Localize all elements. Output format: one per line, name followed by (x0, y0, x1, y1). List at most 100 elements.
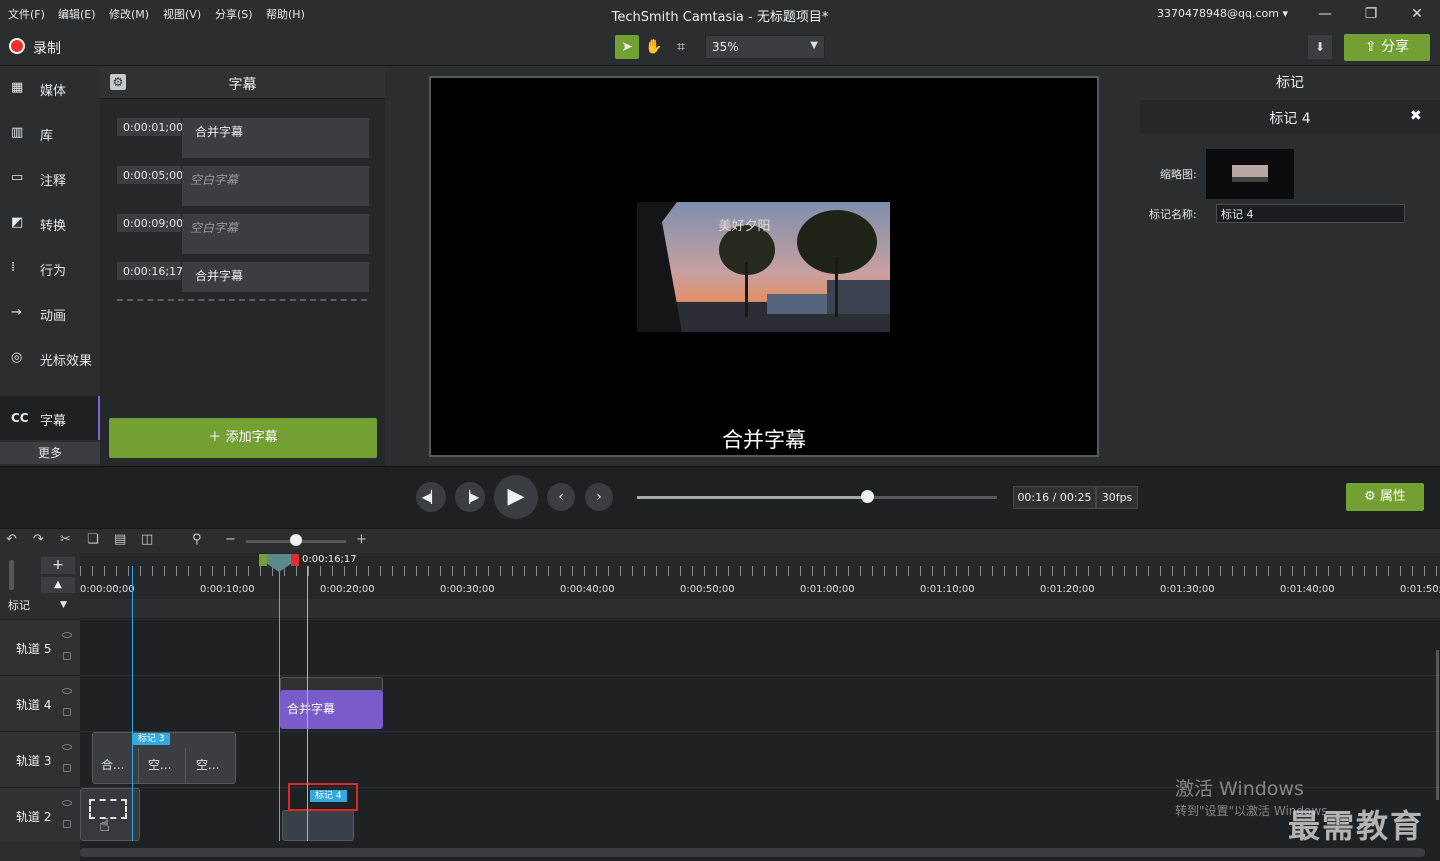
plus-icon: + (52, 557, 64, 573)
cut-icon[interactable]: ✂ (60, 532, 71, 547)
next-button[interactable]: › (585, 483, 613, 511)
step-back-icon: ◀▏ (421, 490, 441, 504)
zoom-select[interactable]: 35% ▼ (705, 35, 825, 59)
track-header-2[interactable]: 轨道 2 (0, 787, 80, 842)
chevron-down-icon[interactable]: ▼ (60, 600, 67, 610)
lock-icon[interactable] (63, 652, 71, 660)
track-height-slider[interactable] (9, 560, 14, 590)
paste-icon[interactable]: ▤ (114, 532, 126, 547)
properties-button[interactable]: ⚙ 属性 (1346, 483, 1424, 511)
video-clip[interactable] (282, 810, 354, 841)
cc-icon: CC (11, 411, 29, 425)
lock-icon[interactable] (63, 764, 71, 772)
track-header-3[interactable]: 轨道 3 (0, 731, 80, 786)
caption-text[interactable]: 合并字幕 (182, 262, 369, 292)
playhead-line[interactable] (307, 566, 308, 841)
pan-tool-button[interactable]: ✋ (642, 35, 666, 59)
track-5[interactable] (80, 619, 1440, 674)
selection-end-handle[interactable] (291, 554, 299, 566)
eye-icon[interactable] (62, 688, 72, 694)
eye-icon[interactable] (62, 744, 72, 750)
zoom-in-icon[interactable]: + (356, 532, 367, 547)
caption-segment[interactable]: 空... (140, 748, 186, 783)
timeline-horizontal-scrollbar[interactable] (80, 848, 1425, 857)
timeline-vertical-scrollbar[interactable] (1436, 650, 1439, 800)
share-icon: ⇪ (1364, 39, 1377, 55)
caption-row[interactable]: 0:00:16;17 合并字幕 (117, 262, 369, 292)
nav-item-animations[interactable]: → 动画 (0, 291, 100, 335)
redo-icon[interactable]: ↷ (33, 532, 44, 547)
nav-item-cursor-effects[interactable]: ◎ 光标效果 (0, 336, 100, 380)
gear-icon: ⚙ (1364, 489, 1376, 504)
selection-start-handle[interactable] (259, 554, 267, 566)
crop-tool-button[interactable]: ⌗ (669, 35, 693, 59)
nav-item-media[interactable]: ▦ 媒体 (0, 66, 100, 110)
ruler-label: 0:00:50;00 (680, 584, 735, 595)
marker-track[interactable] (80, 599, 1440, 619)
menu-bar: 文件(F) 编辑(E) 修改(M) 视图(V) 分享(S) 帮助(H) Tech… (0, 0, 1440, 28)
nav-item-behaviors[interactable]: ⁞ 行为 (0, 246, 100, 290)
cursor-clip[interactable]: ☝ (80, 788, 140, 841)
play-button[interactable]: ▶ (494, 475, 538, 519)
split-icon[interactable]: ◫ (141, 532, 153, 547)
properties-title: 标记 (1276, 75, 1304, 91)
caption-clip[interactable]: 合并字幕 (280, 690, 383, 729)
minimize-button[interactable]: — (1310, 4, 1340, 24)
record-label[interactable]: 录制 (33, 38, 61, 58)
nav-item-transitions[interactable]: ◩ 转换 (0, 201, 100, 245)
zoom-value: 35% (712, 40, 739, 54)
zoom-out-icon[interactable]: − (225, 532, 236, 547)
previous-button[interactable]: ‹ (547, 483, 575, 511)
properties-subtitle: 标记 4 (1269, 111, 1311, 127)
track-header-5[interactable]: 轨道 5 (0, 619, 80, 674)
lock-icon[interactable] (63, 820, 71, 828)
track-name: 轨道 4 (16, 698, 52, 712)
caption-row[interactable]: 0:00:09;00 空白字幕 (117, 214, 369, 254)
nav-item-captions[interactable]: CC 字幕 (0, 396, 100, 440)
nav-item-library[interactable]: ▥ 库 (0, 111, 100, 155)
canvas-caption-text[interactable]: 合并字幕 (429, 424, 1099, 454)
copy-icon[interactable]: ❏ (87, 532, 99, 547)
step-back-button[interactable]: ◀▏ (416, 482, 446, 512)
caption-segment[interactable]: 空... (188, 748, 234, 783)
add-track-button[interactable]: + (41, 557, 75, 574)
restore-button[interactable]: ❐ (1356, 4, 1386, 24)
share-button[interactable]: ⇪ 分享 (1344, 34, 1430, 61)
library-icon: ▥ (11, 125, 24, 140)
track-header-4[interactable]: 轨道 4 (0, 675, 80, 730)
step-forward-button[interactable]: ▕▶ (455, 482, 485, 512)
magnifier-icon[interactable]: ⚲ (192, 532, 202, 547)
close-window-button[interactable]: ✕ (1402, 4, 1432, 24)
caption-text[interactable]: 合并字幕 (182, 118, 369, 158)
clip-group-tab[interactable] (280, 677, 383, 691)
timeline-zoom-handle[interactable] (290, 534, 302, 546)
marker-name-input[interactable] (1216, 204, 1405, 223)
eye-icon[interactable] (62, 632, 72, 638)
undo-icon[interactable]: ↶ (6, 532, 17, 547)
marker-3-tag[interactable]: 标记 3 (133, 733, 170, 745)
download-button[interactable]: ⬇ (1308, 35, 1332, 59)
record-icon[interactable] (9, 38, 25, 54)
add-caption-label: 添加字幕 (225, 430, 278, 445)
account-menu[interactable]: 3370478948@qq.com ▾ (1157, 7, 1288, 20)
cursor-effect-icon: ◎ (11, 350, 23, 365)
select-tool-button[interactable]: ➤ (615, 35, 639, 59)
lock-icon[interactable] (63, 708, 71, 716)
caption-time: 0:00:16;17 (117, 262, 183, 280)
caption-row[interactable]: 0:00:05;00 空白字幕 (117, 166, 369, 206)
hand-icon: ✋ (645, 39, 663, 55)
caption-text[interactable]: 空白字幕 (182, 166, 369, 206)
eye-icon[interactable] (62, 800, 72, 806)
add-caption-button[interactable]: ＋ 添加字幕 (109, 418, 377, 458)
transition-icon: ◩ (11, 215, 24, 230)
nav-label: 注释 (40, 174, 67, 189)
caption-row[interactable]: 0:00:01;00 合并字幕 (117, 118, 369, 158)
share-label: 分享 (1381, 39, 1410, 55)
caption-time: 0:00:09;00 (117, 214, 183, 232)
caption-text[interactable]: 空白字幕 (182, 214, 369, 254)
nav-item-annotations[interactable]: ▭ 注释 (0, 156, 100, 200)
behavior-icon: ⁞ (11, 260, 16, 275)
collapse-button[interactable]: ▲ (41, 577, 75, 593)
close-icon[interactable]: ✖ (1410, 108, 1422, 124)
more-button[interactable]: 更多 (0, 442, 100, 464)
